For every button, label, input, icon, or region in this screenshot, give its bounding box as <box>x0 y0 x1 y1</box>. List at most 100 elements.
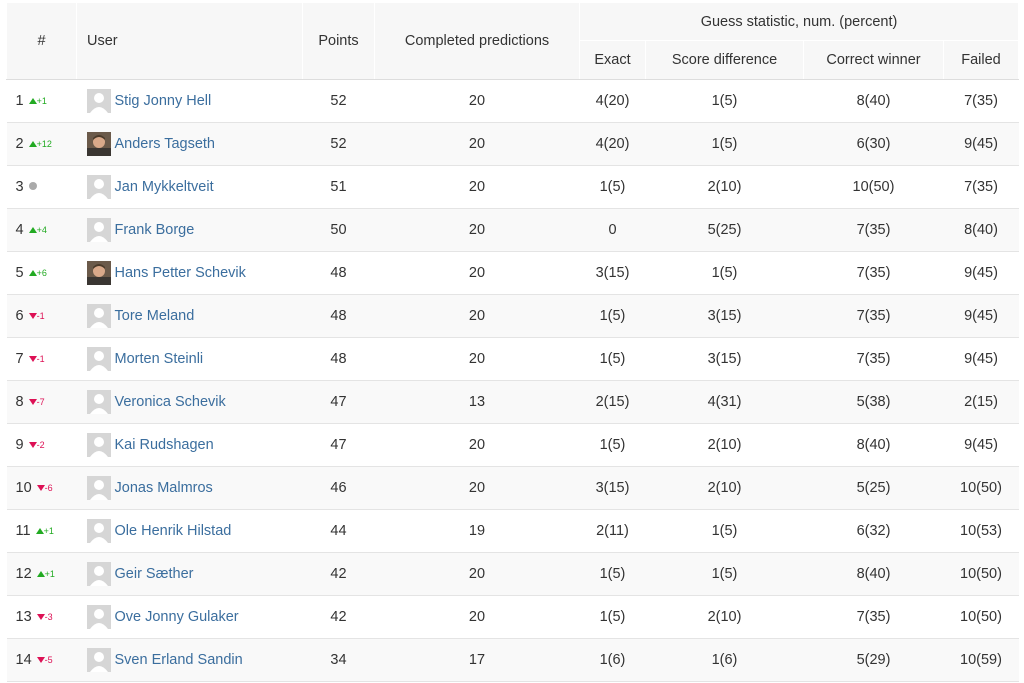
header-points[interactable]: Points <box>302 3 375 80</box>
avatar-icon <box>86 605 111 629</box>
user-name-link[interactable]: Jonas Malmros <box>115 480 213 496</box>
correct-winner-cell: 5(25) <box>803 466 944 510</box>
header-failed[interactable]: Failed <box>943 40 1019 80</box>
table-row[interactable]: 11 +1 Ole Henrik Hilstad 44 19 2(11) 1(5) 6(32)… <box>6 509 1019 553</box>
points-cell: 50 <box>302 208 375 252</box>
trend-value: +1 <box>44 569 55 580</box>
user-name-link[interactable]: Ove Jonny Gulaker <box>115 609 239 625</box>
trend-up-icon <box>28 98 37 105</box>
rank-cell: 8 -7 <box>6 380 77 424</box>
table-row[interactable]: 9 -2 Kai Rudshagen 47 20 1(5) 2(10) 8(40) 9(45) <box>6 423 1019 467</box>
score-difference-cell: 2(10) <box>645 165 804 209</box>
trend-down-icon <box>36 614 45 621</box>
failed-cell: 9(45) <box>943 251 1019 295</box>
table-row[interactable]: 10 -6 Jonas Malmros 46 20 3(15) 2(10) 5(25) 10(5… <box>6 466 1019 510</box>
user-name-link[interactable]: Tore Meland <box>115 308 195 324</box>
table-row[interactable]: 12 +1 Geir Sæther 42 20 1(5) 1(5) 8(40) 10(50) <box>6 552 1019 596</box>
rank-trend: +1 <box>35 526 54 536</box>
correct-winner-cell: 7(35) <box>803 251 944 295</box>
score-difference-cell: 4(31) <box>645 380 804 424</box>
table-row[interactable]: 13 -3 Ove Jonny Gulaker 42 20 1(5) 2(10) 7(35) 1… <box>6 595 1019 639</box>
completed-cell: 20 <box>374 337 580 381</box>
exact-cell: 0 <box>579 208 646 252</box>
completed-cell: 20 <box>374 208 580 252</box>
score-difference-cell: 1(5) <box>645 79 804 123</box>
user-name-link[interactable]: Ole Henrik Hilstad <box>115 523 232 539</box>
rank-cell: 3 <box>6 165 77 209</box>
rank-cell: 5 +6 <box>6 251 77 295</box>
user-name-link[interactable]: Veronica Schevik <box>115 394 226 410</box>
points-cell: 48 <box>302 337 375 381</box>
user-name-link[interactable]: Morten Steinli <box>115 351 204 367</box>
completed-cell: 20 <box>374 294 580 338</box>
trend-value: -1 <box>36 354 45 365</box>
rank-trend: +12 <box>28 139 52 149</box>
failed-cell: 7(35) <box>943 165 1019 209</box>
table-row[interactable]: 4 +4 Frank Borge 50 20 0 5(25) 7(35) 8(40) <box>6 208 1019 252</box>
completed-cell: 20 <box>374 122 580 166</box>
avatar-icon <box>86 519 111 543</box>
rank-trend <box>28 182 37 192</box>
rank-number: 10 <box>15 480 32 496</box>
header-exact[interactable]: Exact <box>579 40 646 80</box>
table-row[interactable]: 5 +6 Hans Petter Schevik 48 20 3(15) 1(5) 7(35)… <box>6 251 1019 295</box>
rank-number: 13 <box>15 609 32 625</box>
table-row[interactable]: 2 +12 Anders Tagseth 52 20 4(20) 1(5) 6(30) 9(45… <box>6 122 1019 166</box>
exact-cell: 2(11) <box>579 509 646 553</box>
user-cell: Stig Jonny Hell <box>76 79 303 123</box>
rank-trend: -3 <box>36 612 53 623</box>
failed-cell: 10(59) <box>943 638 1019 682</box>
table-row[interactable]: 8 -7 Veronica Schevik 47 13 2(15) 4(31) 5(38) 2(… <box>6 380 1019 424</box>
trend-value: +6 <box>36 268 47 279</box>
points-cell: 42 <box>302 552 375 596</box>
header-score-difference[interactable]: Score difference <box>645 40 804 80</box>
failed-cell: 9(45) <box>943 337 1019 381</box>
user-name-link[interactable]: Geir Sæther <box>115 566 194 582</box>
trend-value: -3 <box>44 612 53 623</box>
header-correct-winner[interactable]: Correct winner <box>803 40 944 80</box>
header-completed-predictions[interactable]: Completed predictions <box>374 3 580 80</box>
exact-cell: 2(15) <box>579 380 646 424</box>
rank-trend: +1 <box>36 569 55 580</box>
exact-cell: 1(5) <box>579 552 646 596</box>
score-difference-cell: 2(10) <box>645 595 804 639</box>
user-name-link[interactable]: Frank Borge <box>115 222 195 238</box>
user-name-link[interactable]: Stig Jonny Hell <box>115 93 212 109</box>
header-rank[interactable]: # <box>6 3 77 80</box>
completed-cell: 20 <box>374 595 580 639</box>
table-row[interactable]: 3 Jan Mykkeltveit 51 20 1(5) 2(10) 10(50) 7(35) <box>6 165 1019 209</box>
table-row[interactable]: 1 +1 Stig Jonny Hell 52 20 4(20) 1(5) 8(40) 7(35… <box>6 79 1019 123</box>
rank-trend: -6 <box>36 483 53 493</box>
table-row[interactable]: 6 -1 Tore Meland 48 20 1(5) 3(15) 7(35) 9(45) <box>6 294 1019 338</box>
score-difference-cell: 5(25) <box>645 208 804 252</box>
rank-number: 12 <box>15 566 32 582</box>
failed-cell: 9(45) <box>943 122 1019 166</box>
avatar-icon <box>86 562 111 586</box>
header-user[interactable]: User <box>76 3 303 80</box>
user-name-link[interactable]: Sven Erland Sandin <box>115 652 243 668</box>
rank-cell: 11 +1 <box>6 509 77 553</box>
avatar-icon <box>86 304 111 328</box>
user-cell: Sven Erland Sandin <box>76 638 303 682</box>
rank-number: 11 <box>15 523 31 539</box>
trend-value: -2 <box>36 440 45 451</box>
user-cell: Geir Sæther <box>76 552 303 596</box>
trend-up-icon <box>28 141 37 148</box>
rank-number: 2 <box>15 136 24 152</box>
rank-number: 8 <box>15 394 24 410</box>
trend-up-icon <box>35 528 44 535</box>
table-row[interactable]: 7 -1 Morten Steinli 48 20 1(5) 3(15) 7(35) 9(45) <box>6 337 1019 381</box>
trend-down-icon <box>36 657 45 664</box>
correct-winner-cell: 10(50) <box>803 165 944 209</box>
points-cell: 34 <box>302 638 375 682</box>
score-difference-cell: 1(5) <box>645 509 804 553</box>
correct-winner-cell: 7(35) <box>803 337 944 381</box>
table-row[interactable]: 14 -5 Sven Erland Sandin 34 17 1(6) 1(6) 5(29) 1… <box>6 638 1019 682</box>
user-name-link[interactable]: Anders Tagseth <box>115 136 216 152</box>
user-name-link[interactable]: Jan Mykkeltveit <box>115 179 214 195</box>
rank-number: 1 <box>15 93 24 109</box>
score-difference-cell: 2(10) <box>645 466 804 510</box>
user-name-link[interactable]: Hans Petter Schevik <box>115 265 246 281</box>
score-difference-cell: 1(5) <box>645 552 804 596</box>
user-name-link[interactable]: Kai Rudshagen <box>115 437 214 453</box>
